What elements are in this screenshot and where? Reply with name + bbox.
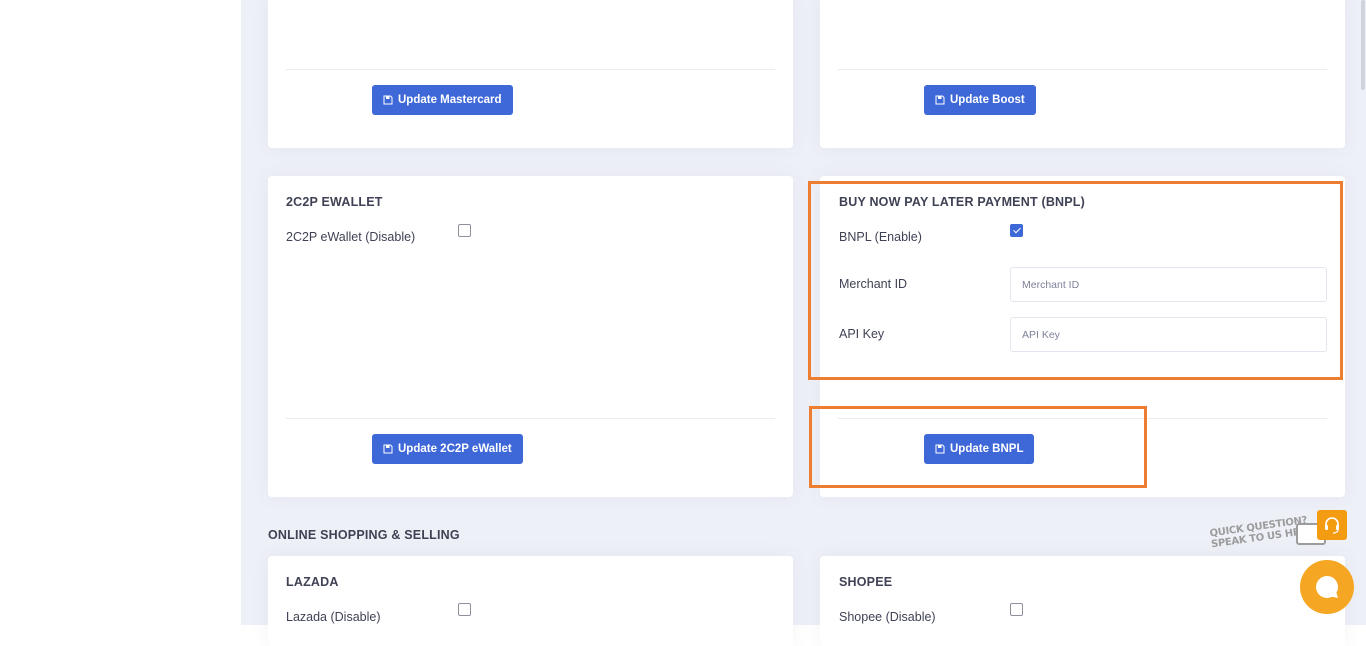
quick-question-widget[interactable]: QUICK QUESTION? SPEAK TO US HERE! bbox=[1209, 510, 1347, 553]
lazada-toggle-label: Lazada (Disable) bbox=[286, 610, 381, 624]
boost-card: Update Boost bbox=[820, 0, 1345, 148]
lazada-checkbox[interactable] bbox=[458, 603, 471, 616]
save-icon bbox=[935, 95, 945, 105]
mastercard-card: Update Mastercard bbox=[268, 0, 793, 148]
update-ewallet-label: Update 2C2P eWallet bbox=[398, 443, 512, 455]
update-bnpl-label: Update BNPL bbox=[950, 443, 1024, 455]
chat-icon bbox=[1316, 576, 1338, 598]
ewallet-card: 2C2P EWALLET 2C2P eWallet (Disable) Upda… bbox=[268, 176, 793, 497]
merchant-id-input[interactable] bbox=[1010, 267, 1327, 302]
shopee-card: SHOPEE Shopee (Disable) bbox=[820, 556, 1345, 646]
online-shopping-title: ONLINE SHOPPING & SELLING bbox=[268, 528, 460, 542]
scrollbar-thumb[interactable] bbox=[1361, 0, 1365, 90]
bnpl-checkbox[interactable] bbox=[1010, 224, 1023, 237]
api-key-input[interactable] bbox=[1010, 317, 1327, 352]
divider bbox=[286, 418, 775, 419]
chat-button[interactable] bbox=[1300, 560, 1354, 614]
bnpl-title: BUY NOW PAY LATER PAYMENT (BNPL) bbox=[839, 195, 1086, 209]
update-mastercard-button[interactable]: Update Mastercard bbox=[372, 85, 513, 115]
update-ewallet-button[interactable]: Update 2C2P eWallet bbox=[372, 434, 523, 464]
lazada-card: LAZADA Lazada (Disable) bbox=[268, 556, 793, 646]
update-bnpl-button[interactable]: Update BNPL bbox=[924, 434, 1035, 464]
lazada-title: LAZADA bbox=[286, 575, 339, 589]
ewallet-toggle-label: 2C2P eWallet (Disable) bbox=[286, 230, 416, 244]
save-icon bbox=[383, 444, 393, 454]
divider bbox=[286, 69, 775, 70]
bnpl-card: BUY NOW PAY LATER PAYMENT (BNPL) BNPL (E… bbox=[820, 176, 1345, 497]
shopee-checkbox[interactable] bbox=[1010, 603, 1023, 616]
headset-icon bbox=[1317, 510, 1347, 540]
save-icon bbox=[935, 444, 945, 454]
ewallet-title: 2C2P EWALLET bbox=[286, 195, 383, 209]
divider bbox=[838, 418, 1327, 419]
ewallet-checkbox[interactable] bbox=[458, 224, 471, 237]
sidebar bbox=[0, 0, 241, 625]
merchant-id-label: Merchant ID bbox=[839, 277, 908, 291]
update-boost-button[interactable]: Update Boost bbox=[924, 85, 1036, 115]
shopee-title: SHOPEE bbox=[839, 575, 893, 589]
scrollbar[interactable] bbox=[1360, 0, 1366, 625]
api-key-label: API Key bbox=[839, 327, 885, 341]
shopee-toggle-label: Shopee (Disable) bbox=[839, 610, 936, 624]
update-boost-label: Update Boost bbox=[950, 94, 1025, 106]
divider bbox=[838, 69, 1327, 70]
update-mastercard-label: Update Mastercard bbox=[398, 94, 502, 106]
bnpl-toggle-label: BNPL (Enable) bbox=[839, 230, 922, 244]
save-icon bbox=[383, 95, 393, 105]
